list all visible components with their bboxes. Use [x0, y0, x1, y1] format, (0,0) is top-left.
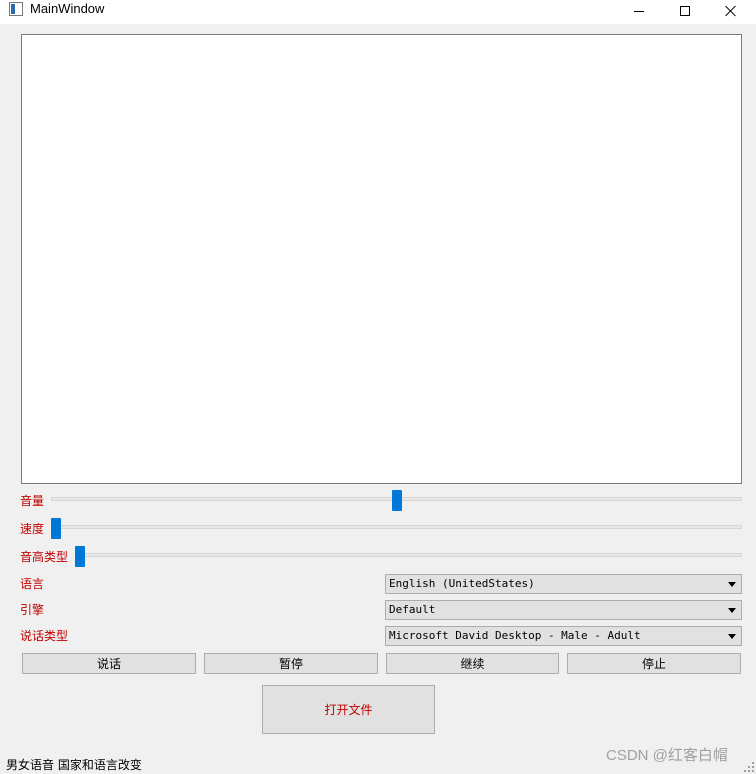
stop-button[interactable]: 停止 [567, 653, 741, 674]
speed-slider-handle[interactable] [51, 518, 61, 539]
minimize-icon [634, 10, 644, 12]
open-file-button[interactable]: 打开文件 [262, 685, 435, 734]
main-window: MainWindow 音量 速度 音高类型 语言 English (United… [0, 0, 756, 774]
watermark: CSDN @红客白帽 [606, 747, 728, 764]
chevron-down-icon [728, 608, 736, 613]
size-grip[interactable] [744, 762, 754, 772]
language-select[interactable]: English (UnitedStates) [385, 574, 742, 594]
voice-select-value: Microsoft David Desktop - Male - Adult [389, 629, 641, 642]
engine-label: 引擎 [20, 603, 45, 617]
volume-label: 音量 [20, 494, 45, 508]
voice-select[interactable]: Microsoft David Desktop - Male - Adult [385, 626, 742, 646]
close-icon [725, 5, 737, 17]
pitch-label: 音高类型 [20, 550, 69, 564]
speak-button[interactable]: 说话 [22, 653, 196, 674]
speed-slider-track[interactable] [51, 525, 742, 529]
pause-button[interactable]: 暂停 [204, 653, 378, 674]
maximize-icon [680, 6, 690, 16]
pitch-slider-handle[interactable] [75, 546, 85, 567]
engine-select-value: Default [389, 603, 436, 616]
engine-select[interactable]: Default [385, 600, 742, 620]
window-app-icon [9, 2, 23, 16]
speed-label: 速度 [20, 522, 45, 536]
status-text: 男女语音 国家和语言改变 [6, 758, 142, 772]
minimize-button[interactable] [616, 0, 662, 22]
language-label: 语言 [20, 577, 45, 591]
chevron-down-icon [728, 634, 736, 639]
close-button[interactable] [708, 0, 754, 22]
text-edit[interactable] [21, 34, 742, 484]
title-bar[interactable]: MainWindow [0, 0, 756, 24]
voice-label: 说话类型 [20, 629, 69, 643]
pitch-slider-track[interactable] [75, 553, 742, 557]
window-title: MainWindow [30, 1, 105, 16]
resume-button[interactable]: 继续 [386, 653, 559, 674]
chevron-down-icon [728, 582, 736, 587]
language-select-value: English (UnitedStates) [389, 577, 535, 590]
volume-slider-handle[interactable] [391, 490, 402, 511]
maximize-button[interactable] [662, 0, 708, 22]
